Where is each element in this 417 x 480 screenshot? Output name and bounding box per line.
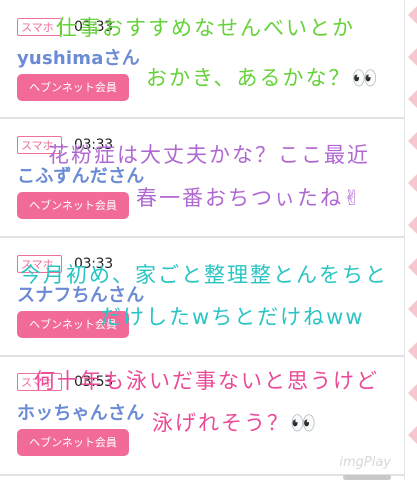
handwritten-note-line2: だけしたwちとだけねww — [100, 305, 365, 329]
edge-triangle — [408, 6, 417, 24]
page-edge-decoration — [404, 0, 417, 480]
member-button[interactable]: ヘブンネット会員 — [17, 74, 129, 101]
handwritten-note-line1: 仕事おすすめなせんべいとか — [56, 16, 355, 40]
message-list: スマホ 03:33 yushimaさん ヘブンネット会員 仕事おすすめなせんべい… — [0, 0, 405, 480]
username-link[interactable]: ホッちゃんさん — [17, 399, 144, 425]
edge-triangle — [408, 216, 417, 234]
edge-triangle — [408, 258, 417, 276]
list-item[interactable]: スマホ 03:33 yushimaさん ヘブンネット会員 仕事おすすめなせんべい… — [0, 0, 405, 116]
edge-triangle — [408, 90, 417, 108]
edge-triangle — [408, 342, 417, 360]
edge-triangle — [408, 384, 417, 402]
username-link[interactable]: yushimaさん — [17, 44, 140, 70]
edge-triangle — [408, 300, 417, 318]
handwritten-note-line2: 春一番おちつぃたね✌ — [136, 186, 363, 210]
watermark-text: imgPlay — [339, 455, 391, 470]
screen: スマホ 03:33 yushimaさん ヘブンネット会員 仕事おすすめなせんべい… — [0, 0, 417, 480]
edge-triangle — [408, 426, 417, 444]
member-button[interactable]: ヘブンネット会員 — [17, 192, 129, 219]
handwritten-note-line1: 今月初め、家ごと整理整とんをちと — [20, 263, 388, 287]
handwritten-note-line2: 泳げれそう？👀 — [152, 411, 319, 435]
member-button[interactable]: ヘブンネット会員 — [17, 429, 129, 456]
handwritten-note-line2: おかき、あるかな？👀 — [146, 66, 380, 90]
edge-triangle — [408, 48, 417, 66]
list-item[interactable]: スマホ 03:33 スナフちんさん ヘブンネット会員 今月初め、家ごと整理整とん… — [0, 238, 405, 354]
list-item[interactable]: スマホ 03:33 こふずんださん ヘブンネット会員 花粉症は大丈夫かな？ここ最… — [0, 119, 405, 235]
edge-triangle — [408, 174, 417, 192]
handwritten-note-line1: 何十年も泳いだ事ないと思うけど — [34, 369, 379, 393]
handwritten-note-line1: 花粉症は大丈夫かな？ここ最近 — [48, 143, 370, 167]
scrollbar[interactable] — [343, 475, 391, 480]
edge-triangle — [408, 132, 417, 150]
